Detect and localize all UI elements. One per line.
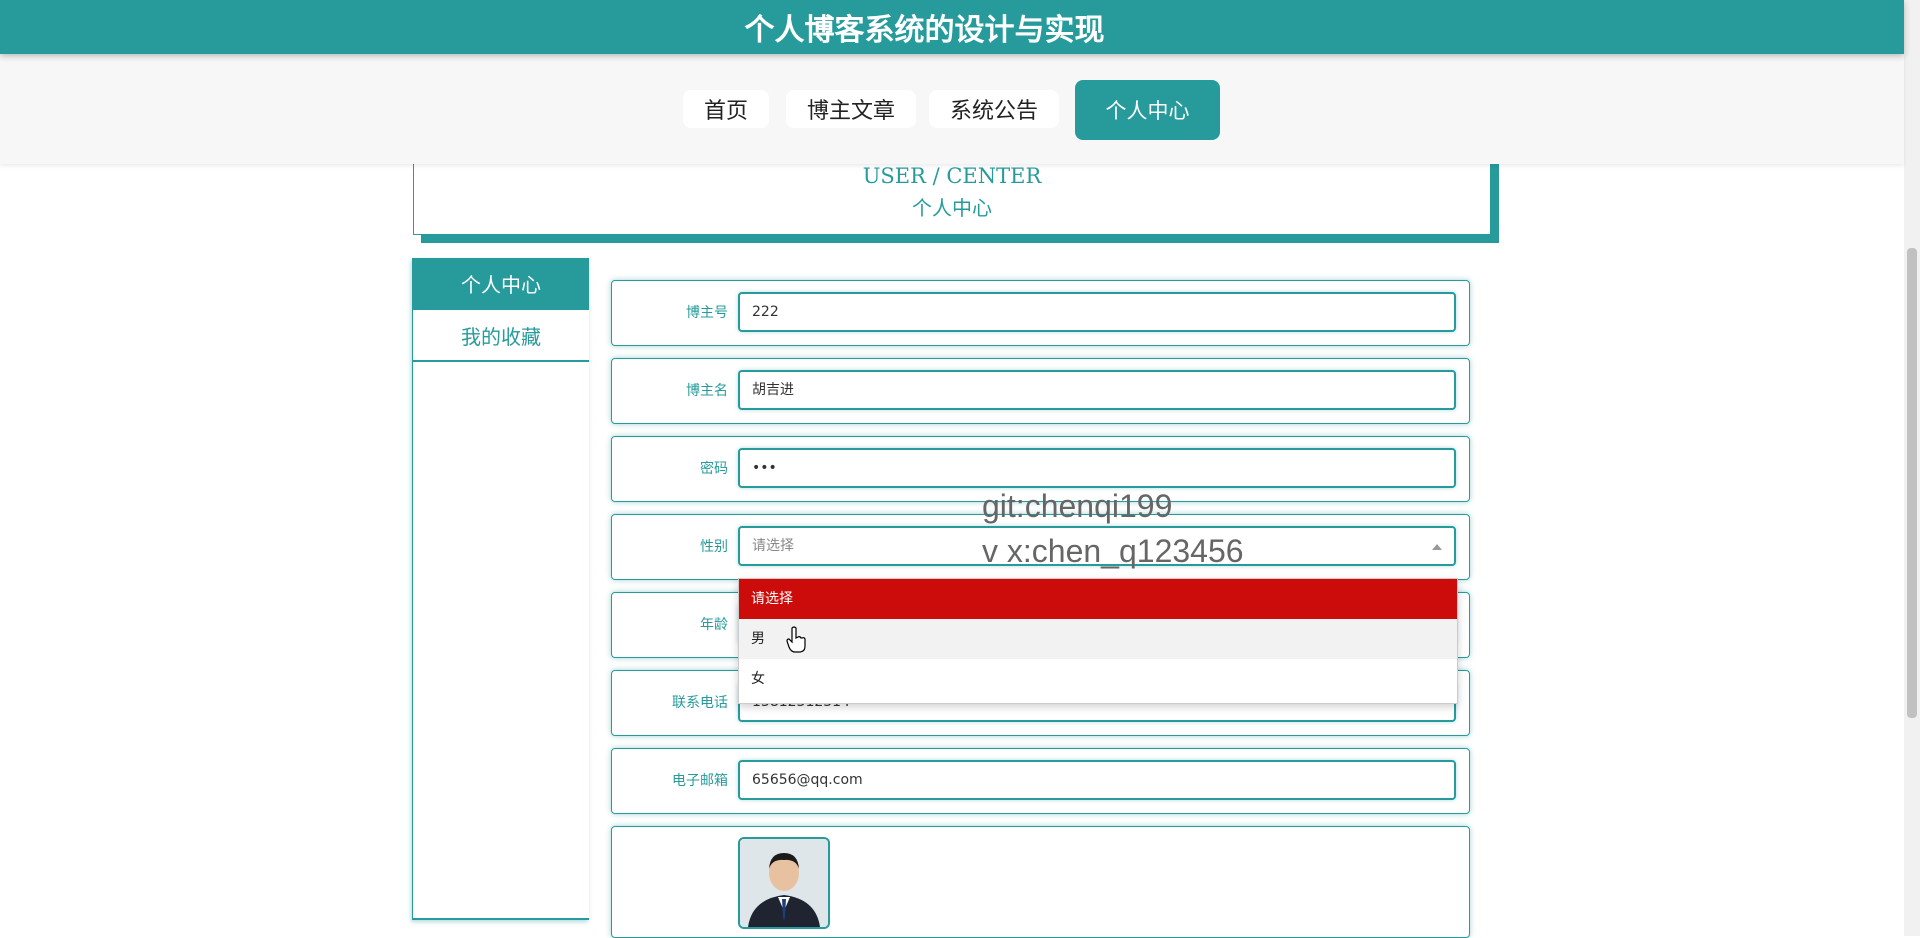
nav-blogger-articles[interactable]: 博主文章 [786, 90, 916, 128]
form-row-blogger-id: 博主号 222 [611, 280, 1470, 346]
nav-announcements[interactable]: 系统公告 [929, 90, 1059, 128]
nav-home[interactable]: 首页 [683, 90, 769, 128]
form-row-email: 电子邮箱 65656@qq.com [611, 748, 1470, 814]
avatar[interactable] [738, 837, 830, 929]
site-title-bar: 个人博客系统的设计与实现 [0, 0, 1904, 54]
password-label: 密码 [700, 461, 728, 477]
sidebar-item-user-center[interactable]: 个人中心 [413, 258, 589, 310]
caret-up-icon [1432, 544, 1442, 550]
blogger-name-input[interactable]: 胡吉进 [738, 370, 1456, 410]
scrollbar-thumb[interactable] [1907, 248, 1917, 718]
dropdown-option-male[interactable]: 男 [739, 619, 1457, 659]
blogger-name-label: 博主名 [686, 383, 728, 399]
banner-title-en: USER / CENTER [862, 164, 1042, 188]
form-row-blogger-name: 博主名 胡吉进 [611, 358, 1470, 424]
hand-pointer-icon [786, 626, 806, 653]
dropdown-option-placeholder[interactable]: 请选择 [739, 579, 1457, 619]
nav-user-center[interactable]: 个人中心 [1075, 80, 1220, 140]
sidebar-item-favorites[interactable]: 我的收藏 [413, 310, 589, 362]
avatar-photo [740, 839, 828, 927]
dropdown-option-female[interactable]: 女 [739, 659, 1457, 699]
gender-dropdown-menu: 请选择 男 女 [738, 578, 1458, 704]
age-label: 年龄 [700, 617, 728, 633]
watermark-line-2: v x:chen_q123456 [982, 533, 1244, 569]
gender-label: 性别 [700, 539, 728, 555]
banner-title-cn: 个人中心 [912, 196, 992, 220]
blogger-id-input[interactable]: 222 [738, 292, 1456, 332]
watermark-line-1: git:chenqi199 [982, 488, 1173, 524]
email-input[interactable]: 65656@qq.com [738, 760, 1456, 800]
email-label: 电子邮箱 [672, 773, 728, 789]
site-title: 个人博客系统的设计与实现 [744, 13, 1105, 48]
page-scrollbar[interactable] [1904, 0, 1920, 936]
password-input[interactable]: ••• [738, 448, 1456, 488]
top-nav: 首页 博主文章 系统公告 个人中心 [0, 54, 1904, 164]
phone-label: 联系电话 [672, 695, 728, 711]
form-row-avatar [611, 826, 1470, 938]
gender-select-value: 请选择 [752, 538, 794, 554]
sidebar: 个人中心 我的收藏 [412, 258, 589, 920]
blogger-id-label: 博主号 [686, 305, 728, 321]
